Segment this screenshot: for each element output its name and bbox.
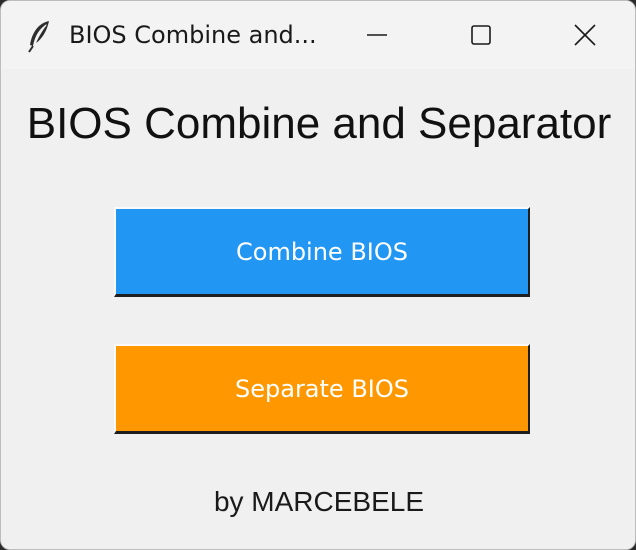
- app-window: BIOS Combine and... BIOS Combine and Sep…: [0, 0, 636, 550]
- maximize-button[interactable]: [429, 1, 533, 69]
- minimize-button[interactable]: [325, 1, 429, 69]
- page-title: BIOS Combine and Separator: [26, 99, 612, 148]
- close-icon: [574, 24, 596, 46]
- combine-bios-button[interactable]: Combine BIOS: [114, 207, 530, 297]
- title-bar[interactable]: BIOS Combine and...: [1, 1, 635, 69]
- feather-icon: [25, 19, 53, 53]
- combine-bios-label: Combine BIOS: [236, 237, 408, 266]
- minimize-icon: [367, 34, 387, 36]
- close-button[interactable]: [533, 1, 635, 69]
- main-content: BIOS Combine and Separator Combine BIOS …: [1, 69, 635, 549]
- window-title: BIOS Combine and...: [69, 21, 317, 49]
- maximize-icon: [471, 25, 491, 45]
- separate-bios-button[interactable]: Separate BIOS: [114, 344, 530, 434]
- separate-bios-label: Separate BIOS: [235, 374, 409, 403]
- author-credit: by MARCEBELE: [213, 486, 425, 517]
